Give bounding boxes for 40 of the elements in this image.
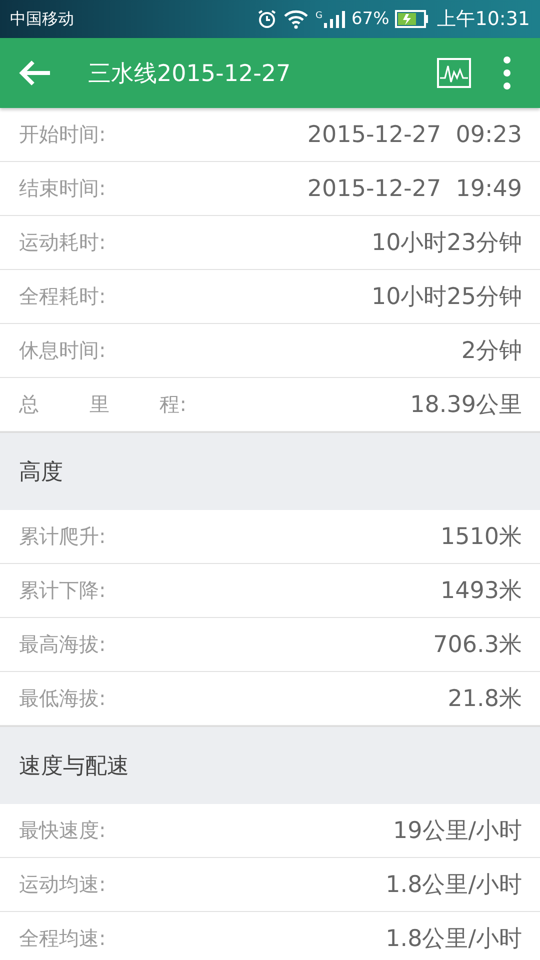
stat-label: 累计爬升: bbox=[19, 523, 106, 550]
stat-value: 1.8公里/小时 bbox=[386, 871, 522, 900]
screen-title: 三水线2015-12-27 bbox=[88, 60, 292, 88]
stat-value: 1.8公里/小时 bbox=[386, 925, 522, 954]
back-arrow-icon bbox=[18, 59, 52, 87]
stat-label: 最高海拔: bbox=[19, 631, 106, 658]
stat-label: 累计下降: bbox=[19, 577, 106, 604]
stat-value: 19公里/小时 bbox=[392, 817, 522, 846]
stat-value: 10小时25分钟 bbox=[371, 283, 522, 312]
more-icon bbox=[503, 56, 511, 90]
stat-value: 21.8米 bbox=[448, 685, 522, 714]
signal-icon bbox=[323, 9, 346, 29]
battery-icon bbox=[395, 10, 430, 28]
stat-label: 全程均速: bbox=[19, 925, 106, 952]
stat-label: 开始时间: bbox=[19, 121, 106, 148]
stat-value: 706.3米 bbox=[433, 631, 522, 660]
stat-label: 运动均速: bbox=[19, 871, 106, 898]
stat-label: 休息时间: bbox=[19, 337, 106, 364]
battery-percent: 67% bbox=[351, 9, 390, 29]
alarm-icon bbox=[257, 9, 278, 29]
stat-value: 1493米 bbox=[440, 577, 522, 606]
stat-label: 最快速度: bbox=[19, 817, 106, 844]
stat-value: 2分钟 bbox=[461, 337, 522, 366]
stat-value: 18.39公里 bbox=[410, 391, 522, 420]
stat-value: 2015-12-27 09:23 bbox=[307, 122, 522, 148]
section-heading: 高度 bbox=[19, 458, 63, 486]
stat-value: 1510米 bbox=[440, 523, 522, 552]
stat-label: 结束时间: bbox=[19, 175, 106, 202]
wifi-icon bbox=[283, 9, 310, 29]
chart-icon bbox=[437, 58, 471, 88]
stat-value: 10小时23分钟 bbox=[371, 229, 522, 258]
carrier-name: 中国移动 bbox=[10, 8, 75, 30]
section-heading: 速度与配速 bbox=[19, 752, 129, 780]
clock-time: 上午10:31 bbox=[437, 7, 530, 32]
stat-label: 运动耗时: bbox=[19, 229, 106, 256]
stat-value: 2015-12-27 19:49 bbox=[307, 176, 522, 202]
stat-label: 总 里 程: bbox=[19, 391, 186, 418]
stat-label: 全程耗时: bbox=[19, 283, 106, 310]
network-type: G bbox=[315, 11, 322, 21]
stat-label: 最低海拔: bbox=[19, 685, 106, 712]
